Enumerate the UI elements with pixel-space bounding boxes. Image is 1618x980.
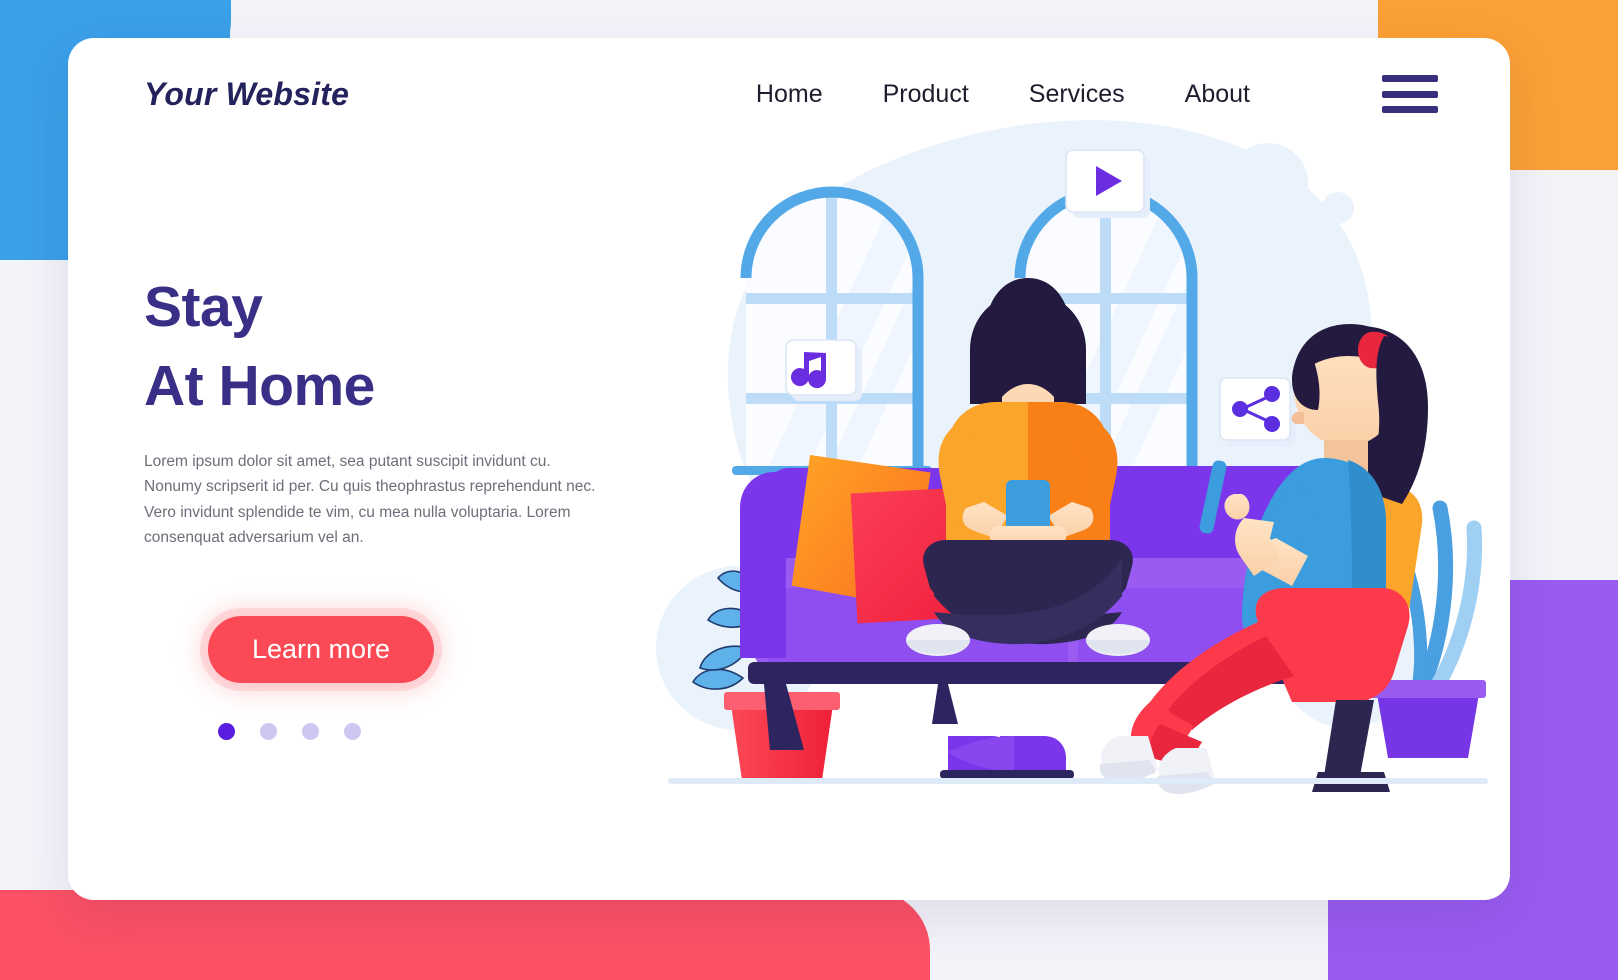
nav-item-about[interactable]: About — [1185, 80, 1250, 109]
hero-paragraph: Lorem ipsum dolor sit amet, sea putant s… — [144, 453, 596, 546]
share-icon-card — [1219, 377, 1296, 446]
hamburger-icon[interactable] — [1382, 75, 1438, 113]
carousel-dot-1[interactable] — [218, 722, 235, 740]
hero-illustration — [648, 88, 1510, 808]
purple-slippers — [940, 736, 1074, 779]
site-header: Your Website Home Product Services About — [68, 38, 1510, 150]
nav-item-home[interactable]: Home — [756, 80, 823, 109]
hero-copy: Stay At Home Lorem ipsum dolor sit amet,… — [144, 268, 664, 740]
carousel-dot-4[interactable] — [344, 722, 361, 740]
play-icon-card — [1065, 149, 1150, 218]
hamburger-bar-1 — [1382, 75, 1438, 82]
page-title: Stay At Home — [144, 268, 664, 425]
nav-item-product[interactable]: Product — [883, 80, 969, 109]
carousel-dot-2[interactable] — [260, 722, 277, 740]
carousel-dots — [144, 722, 664, 740]
headline-line-2: At Home — [144, 353, 375, 418]
landing-page-card: Your Website Home Product Services About… — [68, 38, 1510, 900]
music-note-icon-card — [785, 339, 862, 401]
hamburger-bar-2 — [1382, 90, 1438, 98]
decor-blob-bottom-strip — [0, 890, 930, 980]
cta-wrapper: Learn more — [144, 615, 664, 683]
carousel-dot-3[interactable] — [302, 722, 319, 740]
hamburger-bar-3 — [1382, 106, 1438, 113]
learn-more-button[interactable]: Learn more — [208, 615, 435, 683]
site-logo[interactable]: Your Website — [144, 76, 349, 113]
purple-plant-pot — [1376, 688, 1480, 758]
main-navigation: Home Product Services About — [756, 75, 1438, 113]
headline-line-1: Stay — [144, 275, 263, 339]
nav-item-services[interactable]: Services — [1029, 80, 1125, 109]
